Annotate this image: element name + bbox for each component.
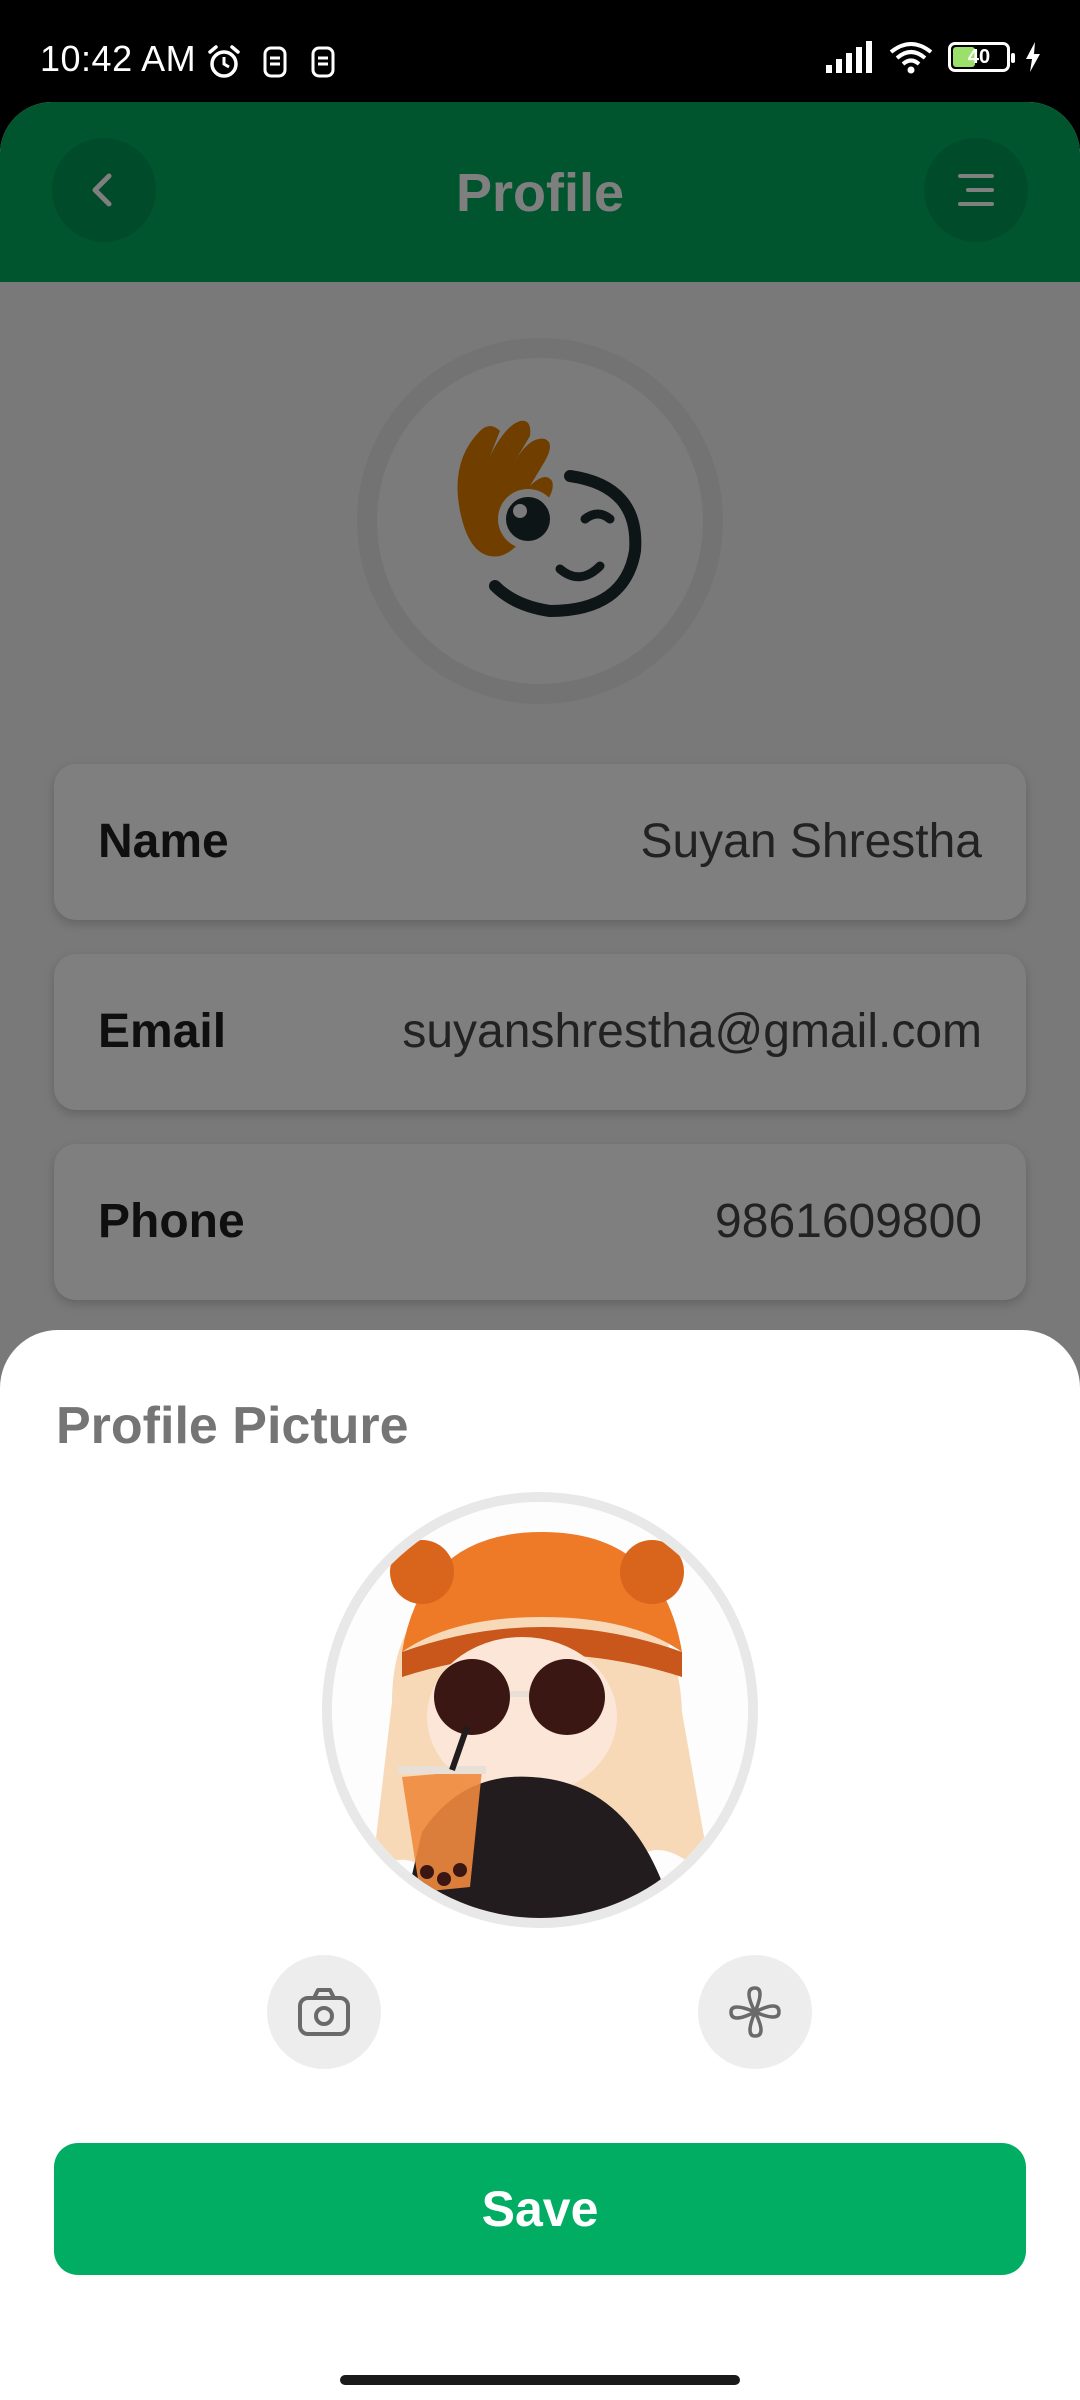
status-time: 10:42 AM (40, 38, 197, 79)
profile-picture-sheet: Profile Picture Save (0, 1330, 1080, 2400)
home-indicator[interactable] (340, 2375, 740, 2385)
charging-icon (1026, 42, 1040, 72)
status-icons-left (206, 44, 338, 80)
notification-icon (311, 46, 335, 78)
camera-button[interactable] (267, 1955, 381, 2069)
status-bar: 10:42 AM 40 (0, 0, 1080, 110)
alarm-icon (208, 45, 240, 78)
signal-icon (826, 41, 872, 73)
notification-icon (263, 46, 287, 78)
battery-level: 40 (967, 45, 991, 68)
wifi-icon (889, 42, 933, 74)
pinwheel-button[interactable] (698, 1955, 812, 2069)
save-button[interactable]: Save (54, 2143, 1026, 2275)
avatar-image (332, 1502, 748, 1918)
sheet-title: Profile Picture (56, 1397, 409, 1455)
avatar[interactable] (322, 1492, 758, 1928)
pinwheel-icon (729, 1986, 781, 2038)
status-icons-right: 40 (824, 40, 1042, 74)
battery-icon: 40 (948, 42, 1015, 72)
camera-icon (298, 1988, 350, 2036)
